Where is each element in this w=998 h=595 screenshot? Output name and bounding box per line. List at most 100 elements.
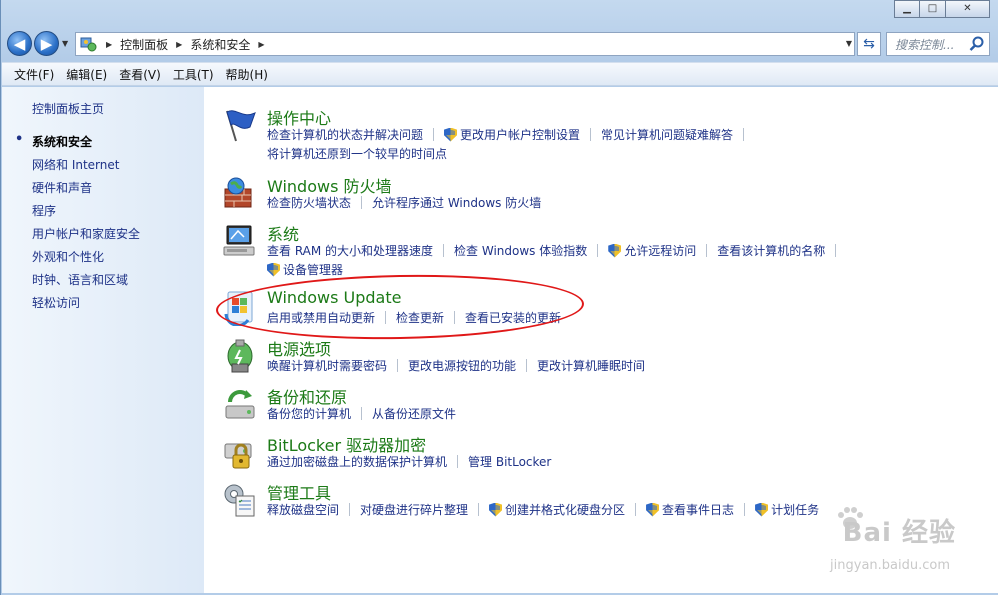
control-panel-icon <box>80 35 98 53</box>
task-link[interactable]: 查看该计算机的名称 <box>717 242 825 259</box>
divider <box>361 196 363 209</box>
task-link-label: 设备管理器 <box>283 263 344 277</box>
minimize-button[interactable]: ▁ <box>894 0 920 18</box>
uac-shield-icon <box>608 244 621 258</box>
divider <box>743 128 745 141</box>
task-link[interactable]: 允许程序通过 Windows 防火墙 <box>372 194 541 211</box>
task-link[interactable]: 查看 RAM 的大小和处理器速度 <box>267 242 433 259</box>
menu-edit[interactable]: 编辑(E) <box>60 66 113 83</box>
arrow-left-icon: ◀ <box>13 34 26 53</box>
sidebar-item-network[interactable]: 网络和 Internet <box>32 156 140 179</box>
link-row: 设备管理器 <box>267 261 343 278</box>
watermark-url: jingyan.baidu.com <box>830 558 950 573</box>
divider <box>635 503 637 516</box>
task-link[interactable]: 检查计算机的状态并解决问题 <box>267 126 423 143</box>
power-options-icon[interactable] <box>222 338 258 374</box>
search-placeholder: 搜索控制... <box>895 37 955 52</box>
uac-shield-icon <box>267 263 280 277</box>
breadcrumb-system-security[interactable]: 系统和安全 <box>190 36 250 53</box>
uac-shield-icon <box>646 503 659 517</box>
link-row: 通过加密磁盘上的数据保护计算机 管理 BitLocker <box>267 453 551 470</box>
sidebar-item-user-accounts[interactable]: 用户帐户和家庭安全 <box>32 225 140 248</box>
menu-tools[interactable]: 工具(T) <box>167 66 220 83</box>
task-link-partition[interactable]: 创建并格式化硬盘分区 <box>489 501 625 518</box>
link-row: 唤醒计算机时需要密码 更改电源按钮的功能 更改计算机睡眠时间 <box>267 357 645 374</box>
system-computer-icon[interactable] <box>222 223 258 259</box>
forward-button[interactable]: ▶ <box>34 31 59 56</box>
task-link-uac[interactable]: 更改用户帐户控制设置 <box>444 126 580 143</box>
task-link[interactable]: 检查防火墙状态 <box>267 194 351 211</box>
divider <box>349 503 351 516</box>
recent-pages-dropdown[interactable]: ▼ <box>62 39 68 48</box>
sidebar-item-clock-region[interactable]: 时钟、语言和区域 <box>32 271 140 294</box>
breadcrumb-separator[interactable]: ▶ <box>106 40 112 49</box>
divider <box>597 244 599 257</box>
task-link-remote[interactable]: 允许远程访问 <box>608 242 696 259</box>
admin-tools-icon[interactable] <box>222 482 258 518</box>
link-row: 检查计算机的状态并解决问题 更改用户帐户控制设置 常见计算机问题疑难解答 <box>267 126 754 143</box>
task-link[interactable]: 常见计算机问题疑难解答 <box>601 126 733 143</box>
content-area: 控制面板主页 系统和安全 网络和 Internet 硬件和声音 程序 用户帐户和… <box>2 87 998 593</box>
task-link[interactable]: 将计算机还原到一个较早的时间点 <box>267 145 447 162</box>
close-button[interactable]: ✕ <box>946 0 990 18</box>
uac-shield-icon <box>755 503 768 517</box>
action-center-flag-icon[interactable] <box>222 107 258 143</box>
bitlocker-icon[interactable] <box>222 434 258 470</box>
task-link[interactable]: 通过加密磁盘上的数据保护计算机 <box>267 453 447 470</box>
task-link[interactable]: 从备份还原文件 <box>372 405 456 422</box>
caption-buttons: ▁ □ ✕ <box>894 0 990 18</box>
firewall-icon[interactable] <box>222 175 258 211</box>
divider <box>397 359 399 372</box>
red-annotation-circle <box>215 271 585 343</box>
divider <box>443 244 445 257</box>
arrow-right-icon: ▶ <box>40 34 53 53</box>
back-button[interactable]: ◀ <box>7 31 32 56</box>
uac-shield-icon <box>444 128 457 142</box>
search-input[interactable]: 搜索控制... <box>886 32 990 56</box>
menu-view[interactable]: 查看(V) <box>113 66 167 83</box>
breadcrumb-separator[interactable]: ▶ <box>176 40 182 49</box>
divider <box>706 244 708 257</box>
link-row: 备份您的计算机 从备份还原文件 <box>267 405 456 422</box>
link-row: 释放磁盘空间 对硬盘进行碎片整理 创建并格式化硬盘分区 查看事件日志 计划任务 <box>267 501 819 518</box>
breadcrumb-separator[interactable]: ▶ <box>258 40 264 49</box>
address-dropdown-icon[interactable]: ▼ <box>846 39 852 48</box>
sidebar-item-programs[interactable]: 程序 <box>32 202 140 225</box>
task-link-schedule[interactable]: 计划任务 <box>755 501 819 518</box>
menu-help[interactable]: 帮助(H) <box>220 66 274 83</box>
search-icon[interactable] <box>969 36 985 52</box>
divider <box>433 128 435 141</box>
navigation-bar: ◀ ▶ ▼ ▶ 控制面板 ▶ 系统和安全 ▶ ▼ ⇆ 搜索控制... <box>5 30 995 58</box>
task-link[interactable]: 唤醒计算机时需要密码 <box>267 357 387 374</box>
sidebar-item-ease-of-access[interactable]: 轻松访问 <box>32 294 140 317</box>
address-bar[interactable]: ▶ 控制面板 ▶ 系统和安全 ▶ ▼ <box>75 32 855 56</box>
link-row: 检查防火墙状态 允许程序通过 Windows 防火墙 <box>267 194 541 211</box>
divider <box>361 407 363 420</box>
task-link[interactable]: 更改计算机睡眠时间 <box>537 357 645 374</box>
maximize-button[interactable]: □ <box>920 0 946 18</box>
task-link-device-manager[interactable]: 设备管理器 <box>267 261 343 278</box>
menu-bar: 文件(F) 编辑(E) 查看(V) 工具(T) 帮助(H) <box>2 62 998 86</box>
category-list: 操作中心 检查计算机的状态并解决问题 更改用户帐户控制设置 常见计算机问题疑难解… <box>204 87 998 593</box>
backup-restore-icon[interactable] <box>222 386 258 422</box>
divider <box>526 359 528 372</box>
task-link-label: 计划任务 <box>771 503 820 517</box>
sidebar-item-appearance[interactable]: 外观和个性化 <box>32 248 140 271</box>
breadcrumb-control-panel[interactable]: 控制面板 <box>120 36 168 53</box>
sidebar-home-link[interactable]: 控制面板主页 <box>32 100 104 117</box>
sidebar-item-system-security[interactable]: 系统和安全 <box>15 132 140 156</box>
task-link[interactable]: 检查 Windows 体验指数 <box>454 242 587 259</box>
watermark-brand: Bai 经验 <box>842 518 956 548</box>
task-link[interactable]: 管理 BitLocker <box>468 453 551 470</box>
task-link-event-log[interactable]: 查看事件日志 <box>646 501 734 518</box>
task-link[interactable]: 释放磁盘空间 <box>267 501 339 518</box>
link-row: 查看 RAM 的大小和处理器速度 检查 Windows 体验指数 允许远程访问 … <box>267 242 846 259</box>
link-row: 将计算机还原到一个较早的时间点 <box>267 145 447 162</box>
task-link[interactable]: 更改电源按钮的功能 <box>408 357 516 374</box>
refresh-button[interactable]: ⇆ <box>857 32 881 56</box>
sidebar-item-hardware-sound[interactable]: 硬件和声音 <box>32 179 140 202</box>
task-link[interactable]: 备份您的计算机 <box>267 405 351 422</box>
task-link[interactable]: 对硬盘进行碎片整理 <box>360 501 468 518</box>
task-link-label: 更改用户帐户控制设置 <box>460 128 581 142</box>
menu-file[interactable]: 文件(F) <box>8 66 60 83</box>
